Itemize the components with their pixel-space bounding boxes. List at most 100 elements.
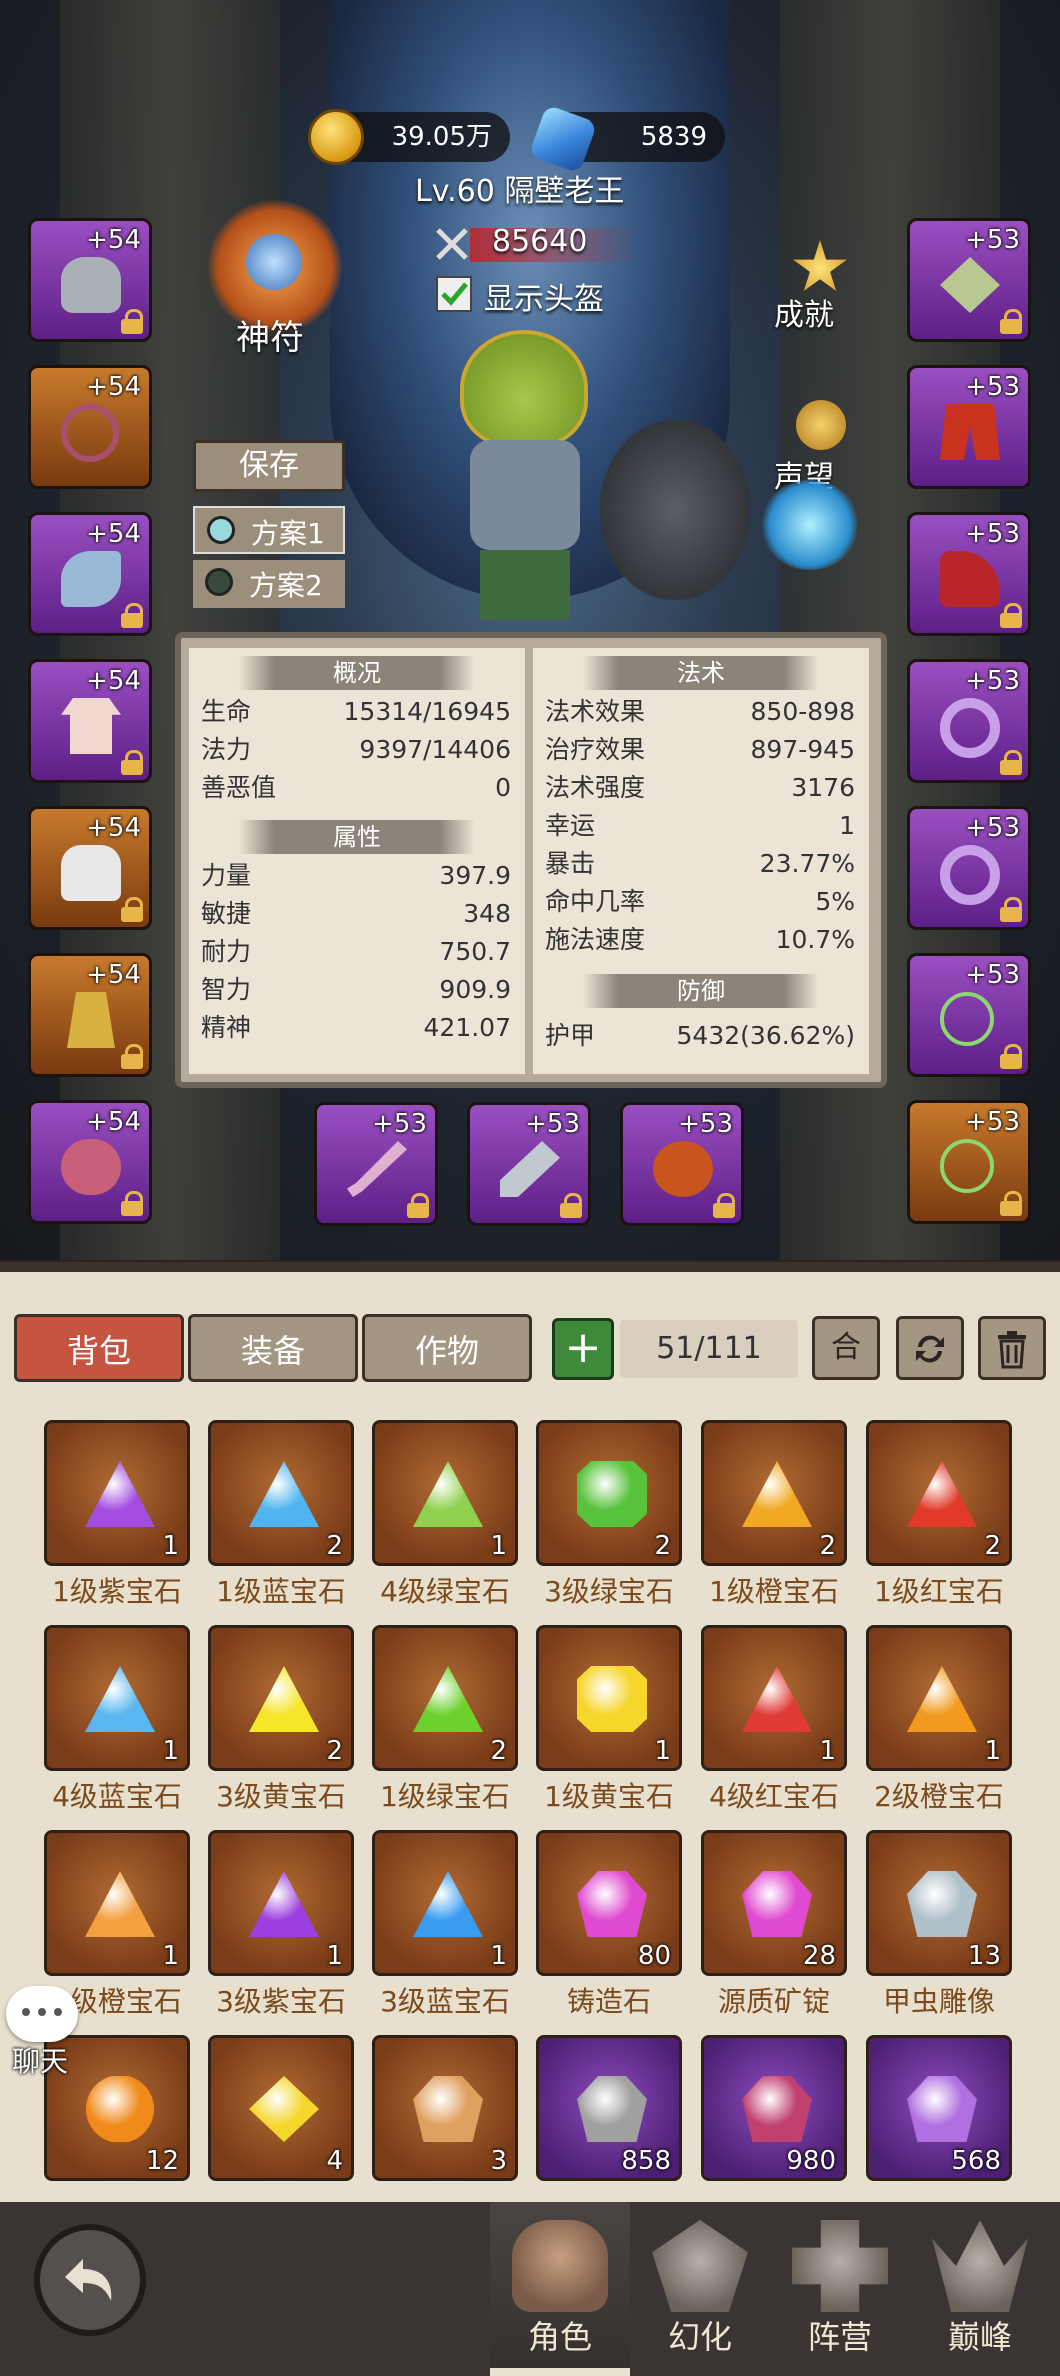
equip-slot-bracer[interactable]: +54 xyxy=(28,953,152,1077)
item-icon xyxy=(577,2076,647,2142)
item-icon xyxy=(577,1871,647,1937)
item-icon xyxy=(413,1871,483,1937)
save-button[interactable]: 保存 xyxy=(193,440,345,492)
stat-row: 敏捷 348 xyxy=(201,899,511,928)
plan2-button[interactable]: 方案2 xyxy=(193,560,345,608)
achievement-button[interactable]: 成就 xyxy=(770,232,870,333)
item-name: 源质矿锭 xyxy=(717,1985,830,2018)
tab-crops[interactable]: 作物 xyxy=(362,1314,532,1382)
item-count: 1 xyxy=(490,1941,507,1971)
item-icon xyxy=(249,1666,319,1732)
achievement-label: 成就 xyxy=(774,298,834,333)
inventory-item[interactable]: 1 xyxy=(536,1625,682,1771)
slot-level: +54 xyxy=(86,666,141,696)
inventory-item[interactable]: 1 xyxy=(44,1420,190,1566)
inventory-item[interactable]: 1 xyxy=(44,1625,190,1771)
item-icon xyxy=(577,1666,647,1732)
lock-icon xyxy=(1000,750,1022,775)
sword-icon xyxy=(347,1141,407,1197)
equip-slot-offhand[interactable]: +53 xyxy=(467,1102,591,1226)
inventory-item[interactable]: 1 xyxy=(701,1625,847,1771)
lock-icon xyxy=(121,309,143,334)
slot-level: +53 xyxy=(372,1109,427,1139)
slot-level: +53 xyxy=(525,1109,580,1139)
inventory-item[interactable]: 2 xyxy=(372,1625,518,1771)
item-name: 3级蓝宝石 xyxy=(380,1985,510,2018)
inventory-item[interactable]: 2 xyxy=(866,1420,1012,1566)
inventory-item[interactable]: 2 xyxy=(208,1625,354,1771)
equip-slot-boots[interactable]: +53 xyxy=(907,512,1031,636)
inventory-item[interactable]: 858 xyxy=(536,2035,682,2181)
nav-character[interactable]: 角色 xyxy=(500,2202,620,2376)
equip-slot-ring2[interactable]: +53 xyxy=(907,806,1031,930)
inventory-item[interactable]: 1 xyxy=(208,1830,354,1976)
inventory-item[interactable]: 28 xyxy=(701,1830,847,1976)
lock-icon xyxy=(121,1191,143,1216)
merge-button[interactable]: 合 xyxy=(812,1316,880,1380)
item-count: 2 xyxy=(654,1531,671,1561)
player-character xyxy=(420,330,630,630)
equip-slot-amulet1[interactable]: +53 xyxy=(907,953,1031,1077)
crossed-swords-icon xyxy=(434,226,470,262)
inventory-item[interactable]: 2 xyxy=(536,1420,682,1566)
stats-panel: 概况 生命 15314/16945 法力 9397/14406 善恶值 0 属性 力量… xyxy=(175,632,887,1088)
expand-bag-button[interactable]: + xyxy=(552,1318,614,1380)
equip-slot-staff-head[interactable]: +53 xyxy=(907,218,1031,342)
inventory-item[interactable]: 1 xyxy=(44,1830,190,1976)
equip-slot-necklace[interactable]: +54 xyxy=(28,365,152,489)
item-icon xyxy=(85,1461,155,1527)
rune-button[interactable]: 神符 xyxy=(200,200,350,370)
lock-icon xyxy=(1000,603,1022,628)
equip-slot-ring1[interactable]: +53 xyxy=(907,659,1031,783)
slot-level: +53 xyxy=(965,666,1020,696)
equip-slot-gloves[interactable]: +54 xyxy=(28,1100,152,1224)
inventory-item[interactable]: 1 xyxy=(866,1625,1012,1771)
slot-level: +54 xyxy=(86,225,141,255)
nav-peak[interactable]: 巅峰 xyxy=(920,2202,1040,2376)
sort-button[interactable] xyxy=(896,1316,964,1380)
equip-slot-chest[interactable]: +54 xyxy=(28,659,152,783)
stat-row: 力量 397.9 xyxy=(201,861,511,890)
bottom-nav: 角色 幻化 阵营 巅峰 xyxy=(0,2202,1060,2376)
inventory-item[interactable]: 13 xyxy=(866,1830,1012,1976)
equip-slot-shoulder[interactable]: +54 xyxy=(28,512,152,636)
inventory-item[interactable]: 2 xyxy=(701,1420,847,1566)
item-count: 2 xyxy=(490,1736,507,1766)
plan1-label: 方案1 xyxy=(251,517,325,550)
item-count: 1 xyxy=(984,1736,1001,1766)
discard-button[interactable] xyxy=(978,1316,1046,1380)
lock-icon xyxy=(1000,897,1022,922)
inventory-item[interactable]: 1 xyxy=(372,1420,518,1566)
transmog-nav-icon xyxy=(652,2220,748,2312)
equip-slot-helmet[interactable]: +54 xyxy=(28,218,152,342)
inventory-item[interactable]: 3 xyxy=(372,2035,518,2181)
tab-equipment[interactable]: 装备 xyxy=(188,1314,358,1382)
stat-row: 暴击 23.77% xyxy=(545,849,855,878)
back-button[interactable] xyxy=(34,2224,146,2336)
plan1-button[interactable]: 方案1 xyxy=(193,506,345,554)
equip-slot-mainhand[interactable]: +53 xyxy=(314,1102,438,1226)
equip-slot-amulet2[interactable]: +53 xyxy=(907,1100,1031,1224)
nav-transmog[interactable]: 幻化 xyxy=(640,2202,760,2376)
item-name: 4级蓝宝石 xyxy=(52,1780,182,1813)
nav-label: 幻化 xyxy=(667,2318,732,2356)
show-helmet-label[interactable]: 显示头盔 xyxy=(484,274,604,318)
show-helmet-checkbox[interactable] xyxy=(436,276,472,312)
chat-button[interactable]: 聊天 xyxy=(6,1986,78,2078)
inventory-item[interactable]: 4 xyxy=(208,2035,354,2181)
equip-slot-relic[interactable]: +53 xyxy=(620,1102,744,1226)
nav-faction[interactable]: 阵营 xyxy=(780,2202,900,2376)
inventory-item[interactable]: 980 xyxy=(701,2035,847,2181)
inventory-panel: 背包 装备 作物 + 51/111 合 1 1级紫宝石 2 1级蓝宝石 1 4级绿宝石 2 3… xyxy=(0,1262,1060,2212)
tab-bag[interactable]: 背包 xyxy=(14,1314,184,1382)
inventory-item[interactable]: 568 xyxy=(866,2035,1012,2181)
shoulder-icon xyxy=(61,551,121,607)
inventory-item[interactable]: 80 xyxy=(536,1830,682,1976)
item-icon xyxy=(85,1871,155,1937)
item-name: 1级红宝石 xyxy=(874,1575,1004,1608)
equip-slot-legs[interactable]: +53 xyxy=(907,365,1031,489)
inventory-item[interactable]: 1 xyxy=(372,1830,518,1976)
inventory-item[interactable]: 2 xyxy=(208,1420,354,1566)
slot-level: +54 xyxy=(86,1107,141,1137)
equip-slot-cloak[interactable]: +54 xyxy=(28,806,152,930)
